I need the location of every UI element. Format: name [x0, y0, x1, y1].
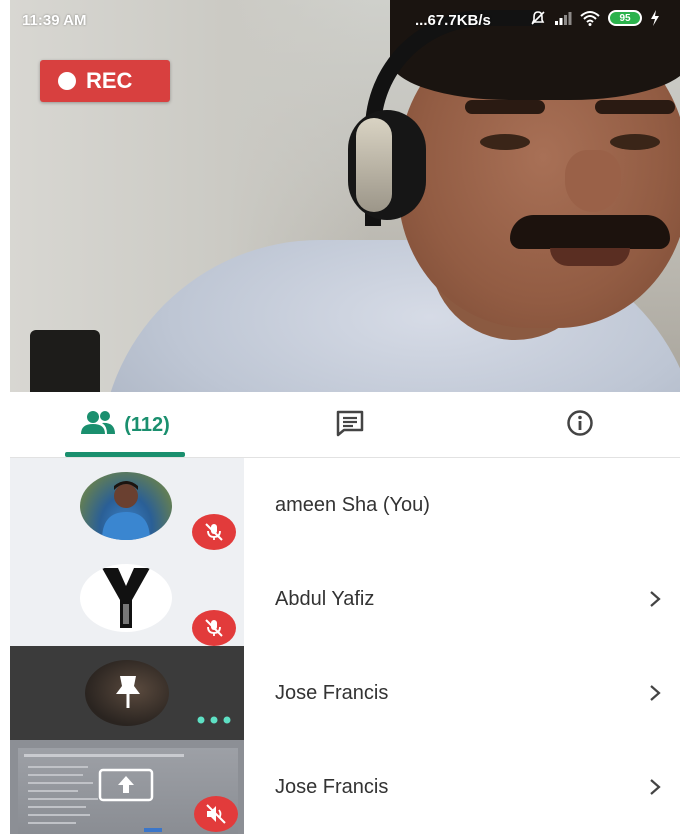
battery-icon: 95	[608, 10, 642, 26]
pin-icon	[112, 674, 144, 715]
chevron-right-icon	[645, 775, 665, 799]
rec-dot-icon	[58, 72, 76, 90]
status-time: 11:39 AM	[22, 12, 87, 29]
participant-row[interactable]: Jose Francis	[10, 646, 680, 740]
video-brow-right	[595, 100, 675, 114]
participant-tile	[10, 458, 244, 552]
mic-muted-icon	[192, 514, 236, 550]
tab-info[interactable]	[555, 392, 605, 458]
rec-label: REC	[86, 68, 133, 93]
participant-tile	[10, 740, 244, 834]
rec-button[interactable]: REC	[40, 60, 170, 102]
participants-count: (112)	[124, 413, 170, 436]
participant-name: Abdul Yafiz	[275, 588, 375, 610]
mute-bell-icon	[530, 10, 546, 26]
avatar	[80, 472, 172, 540]
participant-name: Jose Francis	[275, 682, 389, 704]
participant-row[interactable]: Jose Francis	[10, 740, 680, 834]
tab-participants[interactable]: (112)	[65, 392, 185, 458]
video-earcup-ring	[356, 118, 392, 212]
participant-tile	[10, 552, 244, 646]
video-eye-right	[610, 134, 660, 150]
participants-icon	[80, 410, 116, 440]
video-nose	[565, 150, 621, 212]
mic-muted-icon	[192, 610, 236, 646]
chevron-right-icon	[645, 587, 665, 611]
status-icons: 95	[530, 10, 660, 26]
participant-name: Jose Francis	[275, 776, 389, 798]
more-dots-icon[interactable]	[196, 712, 232, 730]
participant-row[interactable]: Abdul Yafiz	[10, 552, 680, 646]
screen-share-icon	[98, 768, 154, 807]
participant-list: ameen Sha (You) Abdul Yafiz Jose Francis…	[10, 458, 680, 835]
participant-name: ameen Sha (You)	[275, 494, 430, 516]
tab-indicator	[65, 452, 185, 457]
speaker-muted-icon	[194, 796, 238, 832]
chat-icon	[335, 409, 365, 442]
info-icon	[566, 409, 594, 442]
charging-icon	[650, 10, 660, 26]
avatar	[80, 564, 172, 632]
status-net-speed: ...67.7KB/s	[415, 12, 491, 29]
wifi-icon	[580, 10, 600, 26]
status-bar: 11:39 AM ...67.7KB/s 95	[10, 0, 680, 40]
signal-icon	[554, 11, 572, 25]
participant-row[interactable]: ameen Sha (You)	[10, 458, 680, 552]
video-mouth	[550, 248, 630, 266]
chevron-right-icon	[645, 681, 665, 705]
video-chair	[30, 330, 100, 392]
tab-bar: (112)	[10, 392, 680, 458]
video-feed[interactable]	[10, 0, 680, 392]
tab-chat[interactable]	[325, 392, 375, 458]
participant-tile	[10, 646, 244, 740]
